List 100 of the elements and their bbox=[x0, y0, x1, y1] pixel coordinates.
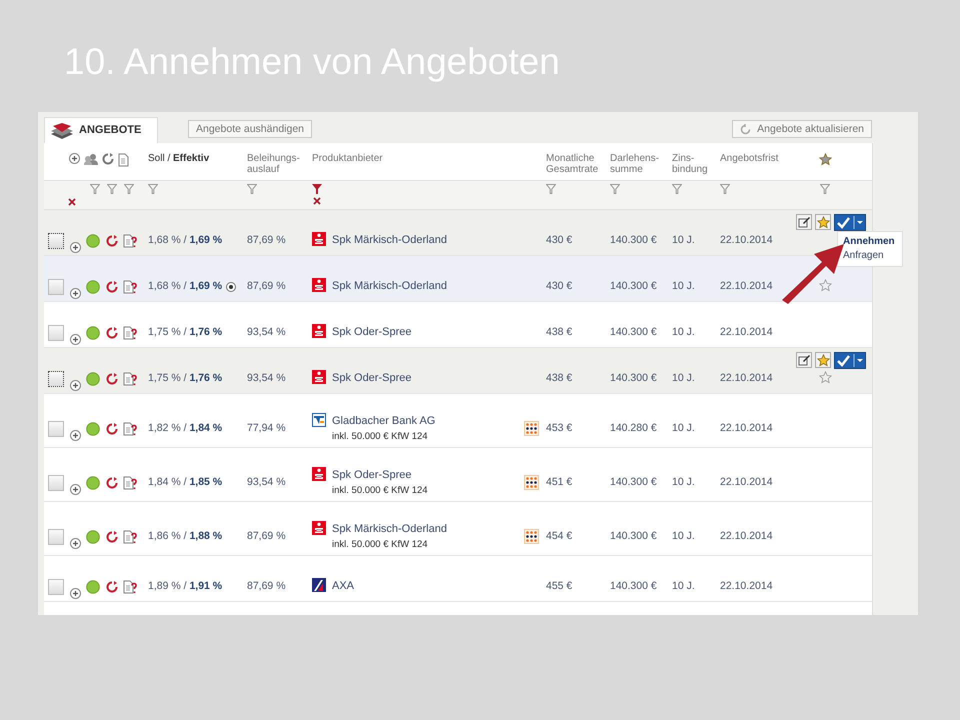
interest-rate: 1,75 % / 1,76 % bbox=[148, 324, 222, 340]
bank-logo bbox=[312, 578, 326, 592]
expand-icon[interactable] bbox=[70, 430, 81, 442]
row-checkbox[interactable] bbox=[48, 278, 64, 294]
fixed-term: 10 J. bbox=[672, 422, 695, 434]
provider-note: inkl. 50.000 € KfW 124 bbox=[332, 484, 428, 498]
filter-icon[interactable] bbox=[820, 184, 830, 194]
offer-deadline: 22.10.2014 bbox=[720, 422, 773, 434]
column-header[interactable]: Soll / Effektiv bbox=[148, 153, 247, 164]
accept-button[interactable] bbox=[834, 214, 866, 231]
refresh-icon bbox=[106, 530, 118, 542]
row-checkbox[interactable] bbox=[48, 324, 64, 340]
bank-logo bbox=[312, 370, 326, 384]
star-outline-icon[interactable] bbox=[818, 371, 832, 384]
fixed-term: 10 J. bbox=[672, 580, 695, 592]
expand-icon[interactable] bbox=[70, 588, 81, 600]
document-question-icon bbox=[123, 234, 137, 248]
status-dot bbox=[86, 580, 100, 594]
menu-item[interactable]: Annehmen bbox=[843, 235, 897, 249]
filter-icon[interactable] bbox=[148, 184, 158, 194]
star-outline-icon[interactable] bbox=[818, 279, 832, 292]
column-header[interactable]: Darlehens- summe bbox=[610, 153, 672, 175]
interest-rate: 1,68 % / 1,69 % bbox=[148, 232, 222, 248]
column-header[interactable]: Monatliche Gesamtrate bbox=[546, 153, 610, 175]
monthly-rate: 454 € bbox=[546, 530, 572, 542]
row-checkbox[interactable] bbox=[48, 474, 64, 490]
monthly-rate: 438 € bbox=[546, 372, 572, 384]
star-icon[interactable] bbox=[818, 153, 832, 166]
clear-filter-icon[interactable] bbox=[68, 198, 76, 206]
clear-filter-icon[interactable] bbox=[313, 197, 321, 205]
expand-icon[interactable] bbox=[70, 484, 81, 496]
fixed-term: 10 J. bbox=[672, 234, 695, 246]
expand-icon[interactable] bbox=[70, 288, 81, 300]
provider-name[interactable]: Spk Märkisch-Oderland bbox=[332, 232, 447, 249]
refresh-icon bbox=[106, 476, 118, 488]
loan-amount: 140.300 € bbox=[610, 530, 657, 542]
handover-button[interactable]: Angebote aushändigen bbox=[188, 120, 312, 138]
filter-icon[interactable] bbox=[546, 184, 556, 194]
row-checkbox[interactable] bbox=[48, 528, 64, 544]
loan-amount: 140.300 € bbox=[610, 280, 657, 292]
row-checkbox[interactable] bbox=[48, 370, 64, 386]
expand-icon[interactable] bbox=[70, 380, 81, 392]
provider-name[interactable]: Spk Oder-Spree bbox=[332, 370, 412, 387]
interest-rate: 1,84 % / 1,85 % bbox=[148, 474, 222, 490]
filter-icon[interactable] bbox=[107, 184, 117, 194]
loan-to-value: 87,69 % bbox=[247, 280, 286, 292]
refresh-button[interactable]: Angebote aktualisieren bbox=[732, 120, 872, 138]
document-question-icon bbox=[123, 372, 137, 386]
document-question-icon bbox=[123, 280, 137, 294]
column-header[interactable]: Angebotsfrist bbox=[720, 153, 790, 164]
bank-logo bbox=[312, 232, 326, 246]
column-header[interactable]: Beleihungs- auslauf bbox=[247, 153, 312, 175]
status-dot bbox=[86, 422, 100, 436]
offer-deadline: 22.10.2014 bbox=[720, 580, 773, 592]
provider-name[interactable]: Spk Märkisch-Oderland bbox=[332, 521, 447, 538]
status-dot bbox=[86, 530, 100, 544]
row-checkbox[interactable] bbox=[48, 578, 64, 594]
filter-icon[interactable] bbox=[90, 184, 100, 194]
interest-rate: 1,86 % / 1,88 % bbox=[148, 528, 222, 544]
expand-icon[interactable] bbox=[70, 242, 81, 254]
bank-logo bbox=[312, 278, 326, 292]
loan-to-value: 77,94 % bbox=[247, 422, 286, 434]
document-question-icon bbox=[123, 326, 137, 340]
provider-name[interactable]: AXA bbox=[332, 578, 354, 595]
edit-button[interactable] bbox=[796, 352, 812, 368]
document-question-icon bbox=[123, 476, 137, 490]
loan-amount: 140.300 € bbox=[610, 326, 657, 338]
filter-icon[interactable] bbox=[247, 184, 257, 194]
document-question-icon bbox=[123, 530, 137, 544]
filter-icon[interactable] bbox=[312, 184, 322, 194]
status-dot bbox=[86, 372, 100, 386]
filter-icon[interactable] bbox=[610, 184, 620, 194]
column-header[interactable]: Produktanbieter bbox=[312, 153, 524, 164]
filter-icon[interactable] bbox=[720, 184, 730, 194]
stacked-envelopes-icon bbox=[49, 122, 75, 140]
edit-button[interactable] bbox=[796, 214, 812, 230]
offer-deadline: 22.10.2014 bbox=[720, 530, 773, 542]
loan-to-value: 93,54 % bbox=[247, 372, 286, 384]
row-checkbox[interactable] bbox=[48, 420, 64, 436]
loan-amount: 140.300 € bbox=[610, 580, 657, 592]
provider-name[interactable]: Spk Oder-Spree bbox=[332, 324, 412, 341]
filter-icon[interactable] bbox=[672, 184, 682, 194]
refresh-icon bbox=[106, 280, 118, 292]
provider-note: inkl. 50.000 € KfW 124 bbox=[332, 430, 429, 444]
column-header[interactable]: Zins- bindung bbox=[672, 153, 720, 175]
bank-logo bbox=[312, 324, 326, 338]
filter-icon[interactable] bbox=[124, 184, 134, 194]
document-question-icon bbox=[123, 580, 137, 594]
accept-button[interactable] bbox=[834, 352, 866, 369]
expand-icon[interactable] bbox=[70, 538, 81, 550]
provider-name[interactable]: Gladbacher Bank AG bbox=[332, 413, 436, 430]
provider-name[interactable]: Spk Oder-Spree bbox=[332, 467, 428, 484]
people-icon[interactable] bbox=[84, 153, 98, 165]
target-icon[interactable] bbox=[226, 282, 236, 292]
menu-item[interactable]: Anfragen bbox=[843, 249, 897, 263]
add-icon[interactable] bbox=[69, 153, 80, 164]
row-checkbox[interactable] bbox=[48, 232, 64, 248]
loan-amount: 140.280 € bbox=[610, 422, 657, 434]
provider-name[interactable]: Spk Märkisch-Oderland bbox=[332, 278, 447, 295]
expand-icon[interactable] bbox=[70, 334, 81, 346]
